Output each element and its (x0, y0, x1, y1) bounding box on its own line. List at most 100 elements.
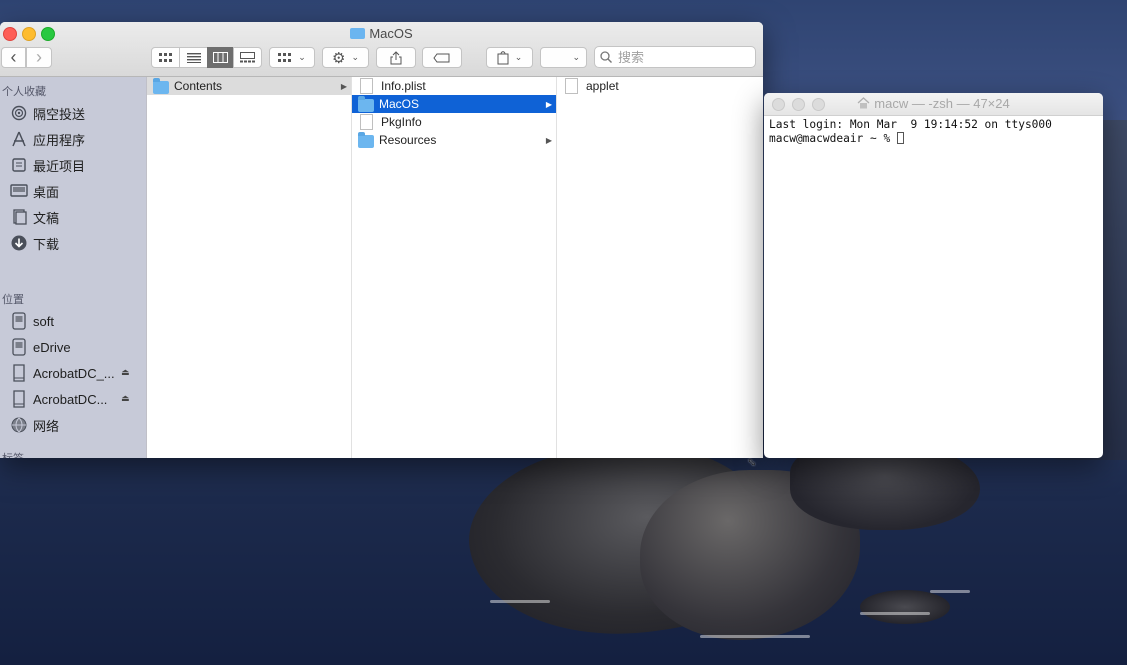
sidebar-section-header: 个人收藏 (2, 86, 46, 98)
tags-button[interactable] (422, 47, 462, 68)
sidebar-item-airdrop[interactable]: 隔空投送 (10, 103, 85, 123)
network-icon (10, 416, 28, 434)
terminal-titlebar[interactable]: macw — -zsh — 47×24 (764, 93, 1103, 116)
sidebar-item-label: 文稿 (33, 210, 60, 226)
terminal-output[interactable]: Last login: Mon Mar 9 19:14:52 on ttys00… (769, 118, 1052, 146)
folder-icon (358, 95, 374, 112)
downloads-icon (10, 234, 28, 252)
sidebar-item-downloads[interactable]: 下载 (10, 233, 59, 253)
sidebar-item-acrobat-2[interactable]: AcrobatDC... (10, 389, 107, 409)
sidebar-item-network[interactable]: 网络 (10, 415, 59, 435)
terminal-window: macw — -zsh — 47×24 Last login: Mon Mar … (764, 93, 1103, 458)
item-name: Contents (174, 79, 223, 93)
sidebar-item-applications[interactable]: 应用程序 (10, 129, 85, 149)
share-icon (390, 50, 402, 64)
chevron-down-icon: ⌄ (351, 52, 359, 62)
sidebar-section-header: 标签 (2, 450, 24, 458)
sidebar-item-documents[interactable]: 文稿 (10, 207, 59, 227)
drive-icon (10, 338, 28, 356)
browser-column-1: Contents ▶ (147, 77, 352, 458)
sidebar-item-recents[interactable]: 最近项目 (10, 155, 85, 175)
item-name: PkgInfo (381, 115, 422, 129)
disclosure-arrow-icon: ▶ (545, 135, 552, 145)
file-icon (360, 78, 373, 94)
finder-window: MacOS ‹ › ⌄ ⚙ ⌄ ⌄ ⌄ 搜索 个人收藏 隔空投送 应用程序 最近… (0, 22, 763, 458)
item-name: applet (586, 79, 619, 93)
gear-icon: ⚙ (332, 49, 346, 67)
list-item-contents[interactable]: Contents ▶ (147, 77, 351, 95)
search-icon (600, 51, 612, 63)
gallery-view-icon (240, 52, 255, 63)
sidebar-item-desktop[interactable]: 桌面 (10, 181, 59, 201)
sidebar-item-label: 下载 (33, 236, 60, 252)
disclosure-arrow-icon: ▶ (340, 81, 347, 91)
sidebar-item-label: 隔空投送 (33, 106, 86, 122)
list-item-macos[interactable]: MacOS ▶ (352, 95, 556, 113)
sidebar-item-label: AcrobatDC_... (33, 365, 115, 381)
search-field[interactable] (594, 46, 756, 68)
finder-sidebar: 个人收藏 隔空投送 应用程序 最近项目 桌面 文稿 下载 位置 soft eDr… (0, 77, 147, 458)
item-name: Resources (379, 133, 437, 147)
drive-icon (10, 312, 28, 330)
window-title: MacOS (0, 26, 763, 41)
extra-menu-button[interactable]: ⌄ (540, 47, 587, 68)
finder-toolbar: MacOS ‹ › ⌄ ⚙ ⌄ ⌄ ⌄ 搜索 (0, 22, 763, 77)
list-view-icon (186, 52, 201, 63)
sidebar-item-label: 应用程序 (33, 132, 86, 148)
sidebar-item-label: 桌面 (33, 184, 60, 200)
folder-icon (153, 77, 169, 94)
disclosure-arrow-icon: ▶ (545, 99, 552, 109)
column-view-button[interactable] (207, 47, 234, 68)
chevron-down-icon: ⌄ (298, 52, 306, 62)
recents-icon (10, 156, 28, 174)
sidebar-item-acrobat-1[interactable]: AcrobatDC_... (10, 363, 115, 383)
chevron-down-icon: ⌄ (514, 52, 523, 62)
sidebar-item-label: AcrobatDC... (33, 391, 108, 407)
eject-icon[interactable]: ⏏ (121, 367, 130, 378)
list-item-resources[interactable]: Resources ▶ (352, 131, 556, 149)
list-item-applet[interactable]: applet (557, 77, 763, 95)
terminal-title: macw — -zsh — 47×24 (874, 96, 1010, 111)
sidebar-item-edrive[interactable]: eDrive (10, 337, 71, 357)
file-icon (565, 78, 578, 94)
back-button[interactable]: ‹ (1, 47, 26, 68)
action-menu-button[interactable]: ⚙ ⌄ (322, 47, 369, 68)
folder-icon (358, 131, 374, 148)
file-icon (360, 114, 373, 130)
forward-button[interactable]: › (26, 47, 52, 68)
item-name: MacOS (379, 97, 420, 111)
group-icon (278, 52, 292, 62)
disk-icon (10, 364, 28, 382)
column-view-icon (213, 52, 228, 63)
dropbox-menu-button[interactable]: ⌄ (486, 47, 533, 68)
disk-icon (10, 390, 28, 408)
share-button[interactable] (376, 47, 416, 68)
list-view-button[interactable] (179, 47, 208, 68)
tag-icon (433, 53, 450, 62)
gallery-view-button[interactable] (233, 47, 262, 68)
home-icon (857, 94, 870, 116)
desktop-icon (10, 182, 28, 200)
sidebar-item-soft[interactable]: soft (10, 311, 54, 331)
documents-icon (10, 208, 28, 226)
minimize-window-button[interactable] (792, 98, 805, 111)
browser-column-3: applet (557, 77, 763, 458)
sidebar-section-header: 位置 (2, 294, 24, 306)
list-item-info-plist[interactable]: Info.plist (352, 77, 556, 95)
applications-icon (10, 130, 28, 148)
group-menu-button[interactable]: ⌄ (269, 47, 315, 68)
icon-view-button[interactable] (151, 47, 180, 68)
list-item-pkginfo[interactable]: PkgInfo (352, 113, 556, 131)
item-name: Info.plist (381, 79, 426, 93)
shopping-bag-icon (497, 50, 509, 64)
text-cursor (896, 132, 904, 144)
terminal-line: Last login: Mon Mar 9 19:14:52 on ttys00… (769, 118, 1052, 131)
eject-icon[interactable]: ⏏ (121, 393, 130, 404)
sidebar-item-label: 网络 (33, 418, 60, 434)
airdrop-icon (10, 104, 28, 122)
zoom-window-button[interactable] (812, 98, 825, 111)
sidebar-item-label: soft (33, 313, 54, 329)
close-window-button[interactable] (772, 98, 785, 111)
terminal-prompt: macw@macwdeair ~ % (769, 132, 897, 145)
search-input[interactable] (616, 48, 750, 66)
